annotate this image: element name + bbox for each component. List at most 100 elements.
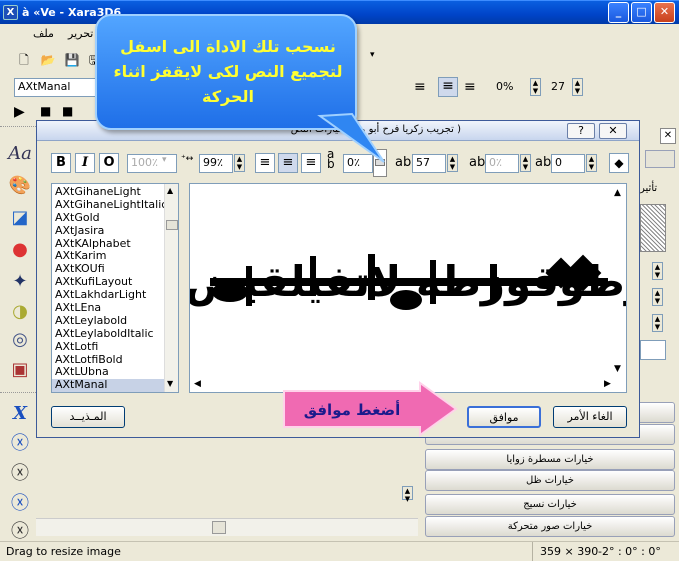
canvas-hscroll[interactable] xyxy=(36,518,418,536)
preview-scroll-left-icon[interactable]: ◀ xyxy=(194,379,201,389)
percent-spinner[interactable]: ▲ ▼ xyxy=(530,78,541,96)
font-list[interactable]: AXtGihaneLight AXtGihaneLightItalic AXtGol… xyxy=(51,183,179,393)
align-left-icon[interactable]: ≡ xyxy=(414,79,426,95)
font-list-thumb[interactable] xyxy=(166,220,178,230)
scroll-up-icon[interactable]: ▲ xyxy=(167,186,173,195)
preview-scroll-up-icon[interactable]: ▲ xyxy=(614,188,621,198)
dialog-align-left-icon[interactable]: ≡ xyxy=(255,153,275,173)
baseline-field[interactable]: 0 xyxy=(551,154,585,173)
text-preview: بيوطوقوزطه لاتفيلقيض ي ◀ ▶ ▲ ▼ xyxy=(189,183,627,393)
font-list-item[interactable]: AXtGold xyxy=(52,211,164,225)
char-spacing-spinner[interactable]: ▲ ▼ xyxy=(447,154,458,172)
kerning-spinner[interactable]: ▲ ▼ xyxy=(520,154,531,172)
color-tool-icon[interactable]: 🎨 xyxy=(6,172,34,200)
advanced-button[interactable]: المـذيــد xyxy=(51,406,125,428)
panel-color-field[interactable] xyxy=(640,340,666,360)
scroll-up-button[interactable]: ▲ ▼ xyxy=(402,486,413,503)
maximize-button[interactable]: □ xyxy=(631,2,652,23)
text-tool-icon[interactable]: Aa xyxy=(6,140,34,168)
menu-file[interactable]: ملف xyxy=(33,27,54,40)
char-spacing-icon: ab xyxy=(395,155,412,170)
width-field[interactable]: 99٪ xyxy=(199,154,233,173)
hscroll-thumb[interactable] xyxy=(212,521,226,534)
width-icon: ⁺↔ xyxy=(181,154,194,164)
panel-close-icon[interactable]: ✕ xyxy=(660,128,676,144)
font-size-dropdown-icon[interactable]: ▾ xyxy=(162,155,174,172)
app-icon[interactable]: X xyxy=(3,5,18,20)
font-list-item[interactable]: AXtGihaneLight xyxy=(52,185,164,199)
panel-spinner-2[interactable]: ▲ ▼ xyxy=(652,288,663,306)
dropdown-arrow-icon[interactable]: ▾ xyxy=(370,50,380,70)
shade-tool-icon[interactable]: ◑ xyxy=(6,298,34,326)
shadow-options-button[interactable]: خيارات ظل xyxy=(425,470,675,491)
preview-text: بيوطوقوزطه لاتفيلقيض ي xyxy=(190,257,626,307)
font-list-item[interactable]: AXtManal xyxy=(52,378,164,392)
font-list-item[interactable]: AXtGihaneLightItalic xyxy=(52,198,167,212)
preview-scroll-right-icon[interactable]: ▶ xyxy=(604,379,611,389)
char-spacing-field[interactable]: 57 xyxy=(412,154,446,173)
stop-icon[interactable]: ■ xyxy=(40,104,51,118)
menu-edit[interactable]: تحرير xyxy=(68,27,93,40)
dialog-close-button[interactable]: ✕ xyxy=(599,123,627,139)
status-size: 359 × 390 xyxy=(540,545,599,558)
font-list-item[interactable]: AXtLeylabold xyxy=(52,314,164,328)
effect-label: تأثير xyxy=(640,183,658,194)
ok-hint-arrow: أضغط موافق xyxy=(283,381,458,437)
cancel-button[interactable]: الغاء الأمر xyxy=(553,406,627,428)
rotate-x-icon[interactable]: ⓧ xyxy=(6,430,34,458)
font-list-scrollbar[interactable]: ▲ ▼ xyxy=(164,184,178,392)
baseline-spinner[interactable]: ▲ ▼ xyxy=(586,154,597,172)
save-icon[interactable]: 💾 xyxy=(62,50,82,70)
ok-hint-text: أضغط موافق xyxy=(304,400,401,419)
texture-swatch[interactable] xyxy=(640,204,666,252)
xara-x-icon[interactable]: X xyxy=(6,400,34,428)
play-icon[interactable]: ▶ xyxy=(14,104,25,120)
callout-pointer xyxy=(317,112,385,163)
font-list-items: AXtGihaneLight AXtGihaneLightItalic AXtGol… xyxy=(52,185,167,392)
symbol-button[interactable]: ◆ xyxy=(609,153,629,173)
minimize-button[interactable]: _ xyxy=(608,2,629,23)
width-spinner[interactable]: ▲ ▼ xyxy=(234,154,245,172)
align-right-icon[interactable]: ≡ xyxy=(464,79,476,95)
dialog-align-center-icon[interactable]: ≡ xyxy=(278,153,298,173)
rotate-z-icon[interactable]: ⓧ xyxy=(6,490,34,518)
italic-button[interactable]: I xyxy=(75,153,95,173)
ok-button[interactable]: موافق xyxy=(467,406,541,428)
preview-scroll-down-icon[interactable]: ▼ xyxy=(614,364,621,374)
font-select[interactable]: AXtManal xyxy=(14,78,104,97)
scroll-down-icon[interactable]: ▼ xyxy=(167,379,173,388)
align-center-icon[interactable]: ≡ xyxy=(438,77,458,97)
rotate-y-icon[interactable]: ⓧ xyxy=(6,460,34,488)
font-list-item[interactable]: AXtLeylaboldItalic xyxy=(52,327,164,341)
baseline-icon: ab xyxy=(535,155,552,170)
extrude-tool-icon[interactable]: ◪ xyxy=(6,204,34,232)
dialog-help-button[interactable]: ? xyxy=(567,123,595,139)
status-angles: -2° : 0° : 0° xyxy=(598,545,661,558)
status-bar: Drag to resize image 359 × 390 -2° : 0° … xyxy=(0,541,679,561)
animation-options-button[interactable]: خيارات صور متحركة xyxy=(425,516,675,537)
outline-button[interactable]: O xyxy=(99,153,119,173)
open-icon[interactable]: 📂 xyxy=(38,50,58,70)
bevel-tool-icon[interactable]: ● xyxy=(6,236,34,264)
status-divider xyxy=(532,542,533,561)
tip-callout-text: نسحب تلك الاداة الى اسفل لتجميع النص لكى… xyxy=(113,37,343,106)
panel-spinner-1[interactable]: ▲ ▼ xyxy=(652,262,663,280)
animation-tool-icon[interactable]: ▣ xyxy=(6,356,34,384)
lighting-tool-icon[interactable]: ✦ xyxy=(6,268,34,296)
close-button[interactable]: ✕ xyxy=(654,2,675,23)
new-icon[interactable]: 🗋 xyxy=(14,50,34,70)
font-list-item[interactable]: AXtJasira xyxy=(52,224,164,238)
kerning-field[interactable]: 0٪ xyxy=(485,154,519,173)
pause-icon[interactable]: ■ xyxy=(62,104,73,118)
panel-spinner-3[interactable]: ▲ ▼ xyxy=(652,314,663,332)
texture-options-button[interactable]: خيارات نسيج xyxy=(425,494,675,515)
texture-tool-icon[interactable]: ◎ xyxy=(6,326,34,354)
font-list-item[interactable]: AXtLEna xyxy=(52,301,164,315)
size-spinner[interactable]: ▲ ▼ xyxy=(572,78,583,96)
toolbar-percent-value: 0% xyxy=(496,80,514,93)
divider xyxy=(0,126,36,130)
bold-button[interactable]: B xyxy=(51,153,71,173)
angle-ruler-options-button[interactable]: خيارات مسطرة زوايا xyxy=(425,449,675,470)
font-list-item[interactable]: AXtLotfi xyxy=(52,340,164,354)
panel-tab[interactable] xyxy=(645,150,675,168)
